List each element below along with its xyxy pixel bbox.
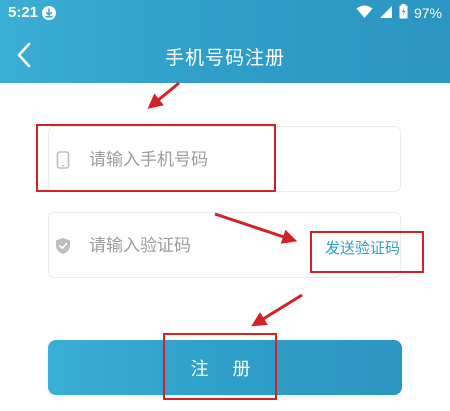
download-icon [42, 6, 56, 20]
code-input[interactable] [89, 234, 339, 258]
phone-field [48, 126, 401, 192]
shield-check-icon [55, 237, 71, 255]
phone-input[interactable] [89, 148, 339, 172]
title-bar: 手机号码注册 [0, 26, 450, 83]
annotation-arrow-phone [147, 81, 180, 109]
phone-icon [55, 151, 71, 169]
app-header: 5:21 97% 手机号码注册 [0, 0, 450, 83]
register-button[interactable]: 注 册 [48, 340, 402, 395]
page-title: 手机号码注册 [164, 47, 285, 69]
status-bar: 5:21 97% [0, 0, 450, 26]
send-code-button[interactable]: 发送验证码 [325, 237, 400, 258]
signal-icon [379, 4, 393, 23]
status-time: 5:21 [8, 4, 39, 21]
battery-icon [399, 3, 408, 23]
wifi-icon [356, 4, 373, 23]
status-indicators: 97% [356, 3, 442, 23]
battery-percent: 97% [413, 5, 442, 21]
annotation-arrow-register [251, 293, 303, 327]
code-field: 发送验证码 [48, 212, 401, 278]
